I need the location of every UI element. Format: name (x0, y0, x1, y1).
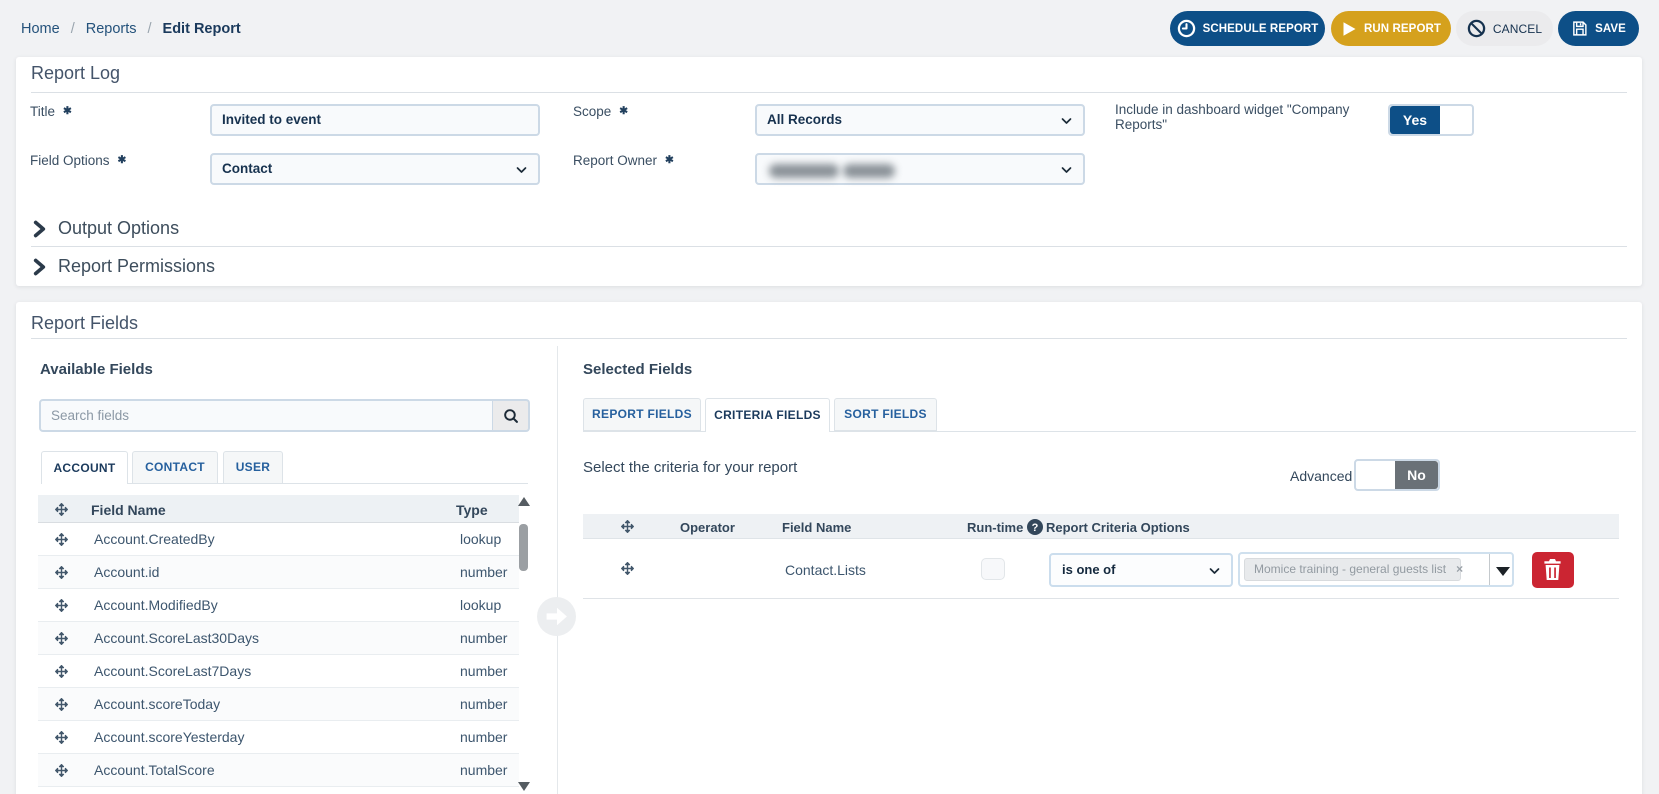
svg-text:?: ? (1032, 522, 1039, 534)
